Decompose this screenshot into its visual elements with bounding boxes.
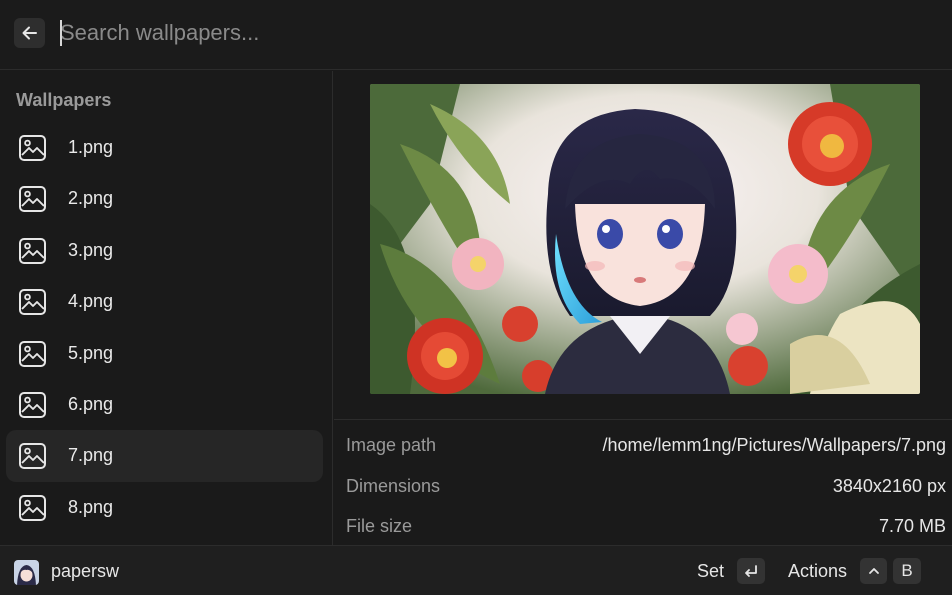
section-title: Wallpapers xyxy=(16,90,112,110)
detail-value: /home/lemm1ng/Pictures/Wallpapers/7.png xyxy=(602,435,947,455)
list-item[interactable]: 1.png xyxy=(6,122,323,173)
shortcut-key-b: B xyxy=(893,558,921,584)
app-name: papersw xyxy=(51,561,120,581)
detail-key: File size xyxy=(346,516,413,536)
detail-row: File size 7.70 MB xyxy=(334,511,952,543)
list-item[interactable]: 3.png xyxy=(6,225,323,276)
app-avatar xyxy=(14,560,39,585)
search-bar xyxy=(0,0,952,70)
list-item[interactable]: 7.png xyxy=(6,430,323,482)
list-item[interactable]: 8.png xyxy=(6,482,323,533)
image-icon xyxy=(18,237,47,265)
list-item-label: 8.png xyxy=(68,496,114,517)
image-icon xyxy=(18,134,47,162)
image-icon xyxy=(18,288,47,316)
image-icon xyxy=(18,185,47,213)
list-item-label: 3.png xyxy=(68,239,114,260)
detail-value: 3840x2160 px xyxy=(832,475,946,496)
list-item[interactable]: 5.png xyxy=(6,328,323,379)
action-bar: papersw Set Actions B xyxy=(0,545,952,595)
wallpaper-list: 1.png 2.png 3.png 4.png 5.png 6.png 7.png 8.png xyxy=(6,122,323,533)
detail-key: Dimensions xyxy=(346,475,441,496)
list-item-label: 6.png xyxy=(68,393,114,414)
list-item[interactable]: 4.png xyxy=(6,276,323,327)
set-wallpaper-button[interactable]: Set xyxy=(697,561,724,582)
image-icon xyxy=(18,391,47,419)
detail-key: Image path xyxy=(346,435,437,455)
list-item-label: 5.png xyxy=(68,342,114,363)
text-caret xyxy=(60,20,62,46)
list-item[interactable]: 2.png xyxy=(6,173,323,224)
image-icon xyxy=(18,442,47,470)
wallpaper-list-panel: Wallpapers 1.png 2.png 3.png 4.png 5.png 6.pn… xyxy=(0,71,333,545)
list-item-label: 7.png xyxy=(68,445,114,466)
image-icon xyxy=(18,340,47,368)
detail-value: 7.70 MB xyxy=(878,516,946,536)
detail-row: Image path/home/lemm1ng/Pictures/Wallpap… xyxy=(334,430,952,462)
back-button[interactable] xyxy=(14,18,45,48)
actions-button[interactable]: Actions xyxy=(788,561,847,582)
image-details: Image path/home/lemm1ng/Pictures/Wallpap… xyxy=(334,419,952,545)
list-item-label: 4.png xyxy=(68,291,114,312)
detail-row: Dimensions 3840x2160 px xyxy=(334,471,952,503)
ctrl-caret-icon xyxy=(860,558,887,584)
list-item-label: 2.png xyxy=(68,188,114,209)
enter-key-icon xyxy=(737,558,765,584)
list-item-label: 1.png xyxy=(68,137,114,157)
wallpaper-preview-image xyxy=(370,84,920,394)
image-icon xyxy=(18,494,47,522)
list-item[interactable]: 6.png xyxy=(6,379,323,430)
search-input[interactable] xyxy=(60,17,660,49)
arrow-left-icon xyxy=(22,26,37,40)
